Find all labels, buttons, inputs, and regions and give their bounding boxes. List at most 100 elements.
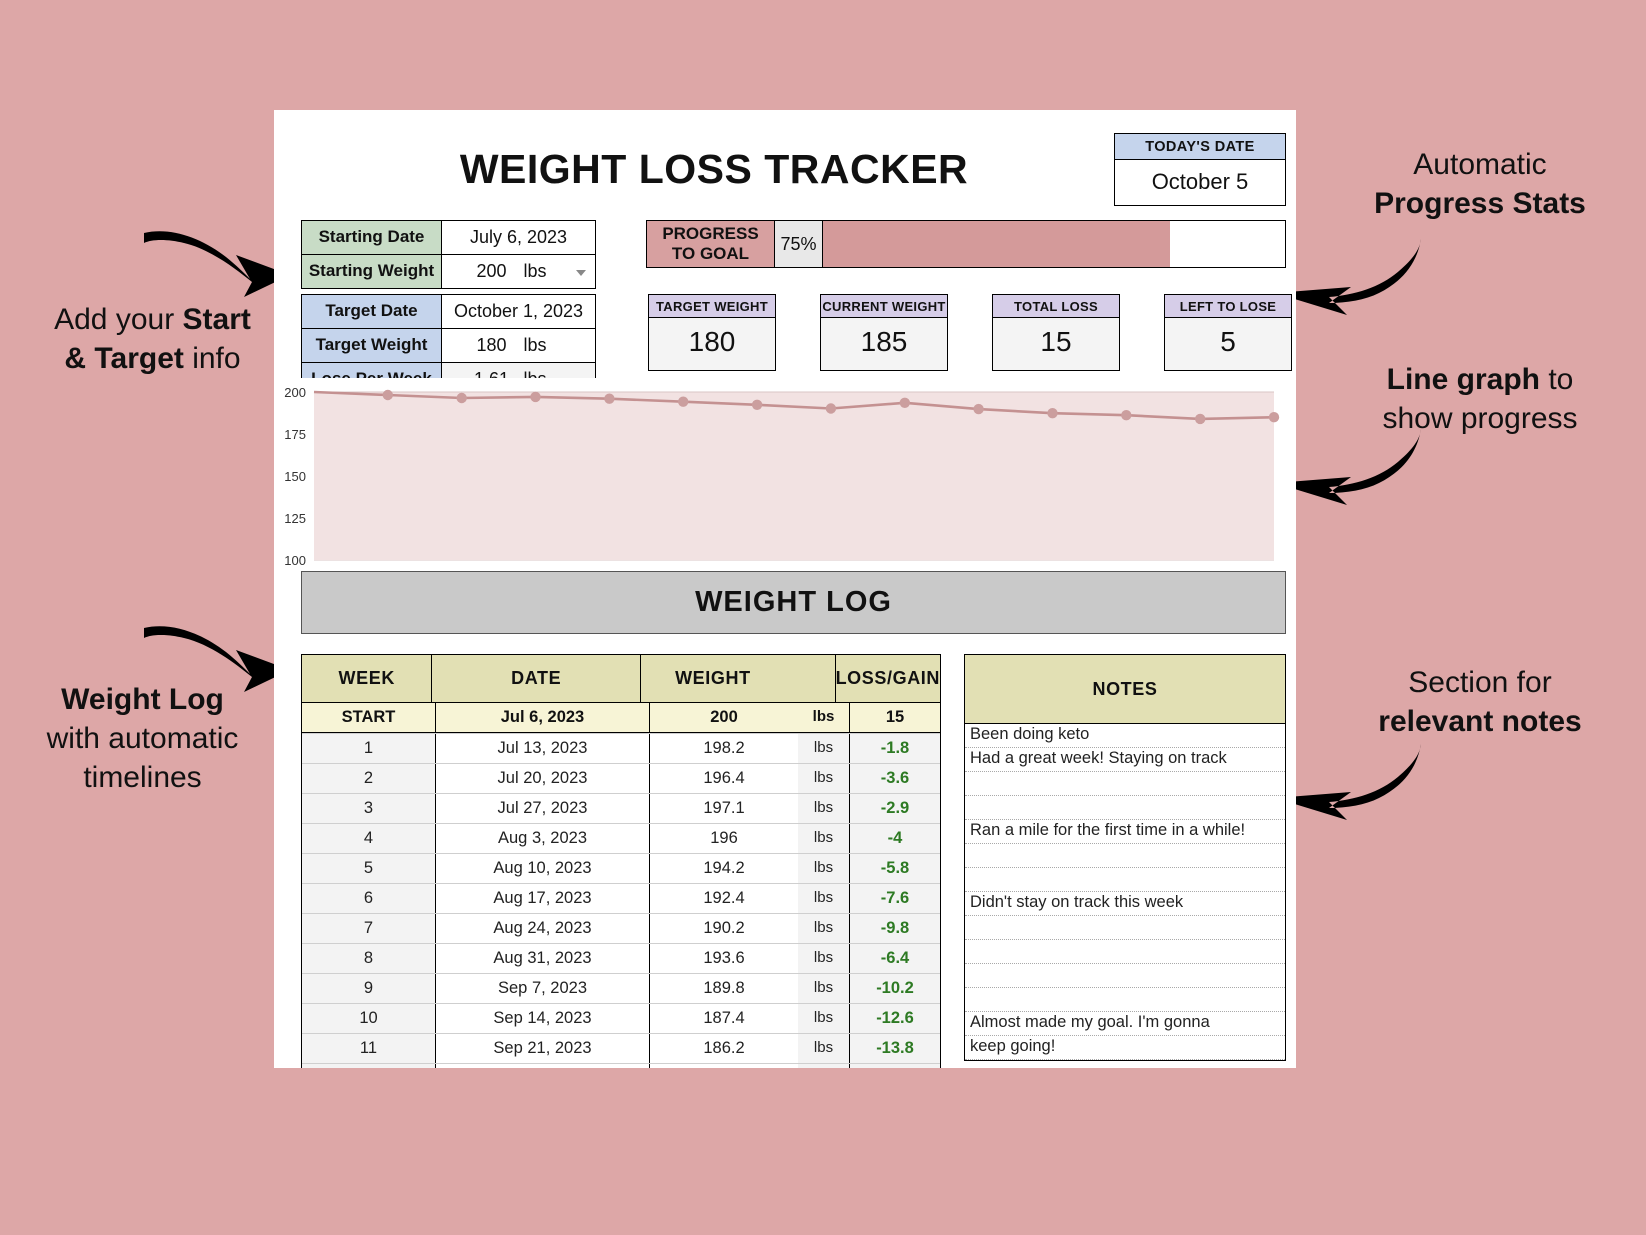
cell-weight[interactable]: 192.4: [650, 884, 798, 913]
spreadsheet-canvas: WEIGHT LOSS TRACKER TODAY'S DATE October…: [274, 110, 1296, 1068]
table-row[interactable]: 5 Aug 10, 2023 194.2 lbs -5.8: [302, 854, 940, 884]
cell-weight[interactable]: 190.2: [650, 914, 798, 943]
cell-weight[interactable]: 189.8: [650, 974, 798, 1003]
note-row[interactable]: Had a great week! Staying on track: [965, 748, 1285, 772]
progress-label-line2: TO GOAL: [671, 244, 750, 263]
table-row[interactable]: 3 Jul 27, 2023 197.1 lbs -2.9: [302, 794, 940, 824]
cell-weight[interactable]: 193.6: [650, 944, 798, 973]
cell-date[interactable]: Aug 31, 2023: [436, 944, 650, 973]
cell-loss-gain: -5.8: [850, 854, 940, 883]
svg-text:125: 125: [284, 511, 306, 526]
cell-loss-gain: -9.8: [850, 914, 940, 943]
cell-loss-gain: 15: [850, 703, 940, 733]
todays-date-value[interactable]: October 5: [1114, 160, 1286, 206]
progress-to-goal: PROGRESS TO GOAL 75%: [646, 220, 1286, 268]
table-row[interactable]: 4 Aug 3, 2023 196 lbs -4: [302, 824, 940, 854]
target-weight-value[interactable]: 180 lbs: [442, 329, 595, 362]
cell-weight[interactable]: 184: [650, 1064, 798, 1068]
svg-text:200: 200: [284, 385, 306, 400]
weight-log-header-row: WEEK DATE WEIGHT LOSS/GAIN: [302, 655, 940, 703]
stat-header: TARGET WEIGHT: [648, 294, 776, 318]
cell-loss-gain: -3.6: [850, 764, 940, 793]
starting-weight-value[interactable]: 200 lbs: [442, 255, 595, 288]
cell-week: 10: [302, 1004, 436, 1033]
cell-loss-gain: -16: [850, 1064, 940, 1068]
starting-weight-unit: lbs: [523, 261, 547, 281]
cell-loss-gain: -2.9: [850, 794, 940, 823]
table-row[interactable]: 9 Sep 7, 2023 189.8 lbs -10.2: [302, 974, 940, 1004]
annotation-line: info: [183, 342, 241, 375]
cell-date[interactable]: Sep 28, 2023: [436, 1064, 650, 1068]
note-row[interactable]: [965, 844, 1285, 868]
cell-unit: lbs: [798, 703, 850, 733]
note-row[interactable]: [965, 964, 1285, 988]
note-row[interactable]: keep going!: [965, 1036, 1285, 1060]
cell-unit: lbs: [798, 1034, 850, 1063]
cell-date[interactable]: Sep 21, 2023: [436, 1034, 650, 1063]
progress-percent: 75%: [775, 221, 823, 267]
cell-week: 1: [302, 734, 436, 763]
note-row[interactable]: Almost made my goal. I'm gonna: [965, 1012, 1285, 1036]
cell-loss-gain: -10.2: [850, 974, 940, 1003]
cell-date[interactable]: Sep 7, 2023: [436, 974, 650, 1003]
note-row[interactable]: [965, 988, 1285, 1012]
note-row[interactable]: [965, 940, 1285, 964]
table-row[interactable]: 1 Jul 13, 2023 198.2 lbs -1.8: [302, 734, 940, 764]
cell-date[interactable]: Aug 24, 2023: [436, 914, 650, 943]
starting-date-value[interactable]: July 6, 2023: [442, 221, 595, 254]
target-weight-number: 180: [476, 335, 507, 355]
cell-weight[interactable]: 196: [650, 824, 798, 853]
cell-weight[interactable]: 186.2: [650, 1034, 798, 1063]
table-row[interactable]: 10 Sep 14, 2023 187.4 lbs -12.6: [302, 1004, 940, 1034]
column-header-unit: [785, 655, 836, 702]
cell-date[interactable]: Sep 14, 2023: [436, 1004, 650, 1033]
cell-date[interactable]: Jul 27, 2023: [436, 794, 650, 823]
target-date-value[interactable]: October 1, 2023: [442, 295, 595, 328]
cell-date[interactable]: Aug 3, 2023: [436, 824, 650, 853]
cell-date[interactable]: Aug 17, 2023: [436, 884, 650, 913]
weight-log-body: START Jul 6, 2023 200 lbs 15 1 Jul 13, 2023 198…: [302, 703, 940, 1068]
cell-week: 12: [302, 1064, 436, 1068]
chevron-down-icon[interactable]: [576, 269, 586, 276]
stat-header: CURRENT WEIGHT: [820, 294, 948, 318]
note-row[interactable]: Ran a mile for the first time in a while…: [965, 820, 1285, 844]
cell-unit: lbs: [798, 944, 850, 973]
annotation-line: Add your: [54, 303, 183, 336]
column-header-week: WEEK: [302, 655, 433, 702]
cell-loss-gain: -1.8: [850, 734, 940, 763]
table-row[interactable]: 12Sep 28, 2023184lbs-16: [302, 1064, 940, 1068]
cell-weight[interactable]: 187.4: [650, 1004, 798, 1033]
note-row[interactable]: [965, 868, 1285, 892]
annotation-line: Automatic: [1413, 148, 1547, 181]
cell-date[interactable]: Aug 10, 2023: [436, 854, 650, 883]
table-row[interactable]: 6 Aug 17, 2023 192.4 lbs -7.6: [302, 884, 940, 914]
cell-weight[interactable]: 197.1: [650, 794, 798, 823]
table-row[interactable]: 11 Sep 21, 2023 186.2 lbs -13.8: [302, 1034, 940, 1064]
table-row[interactable]: 8 Aug 31, 2023 193.6 lbs -6.4: [302, 944, 940, 974]
table-row[interactable]: START Jul 6, 2023 200 lbs 15: [302, 703, 940, 734]
note-row[interactable]: [965, 916, 1285, 940]
cell-weight[interactable]: 198.2: [650, 734, 798, 763]
stat-target-weight: TARGET WEIGHT 180: [648, 294, 776, 371]
table-row[interactable]: 7 Aug 24, 2023 190.2 lbs -9.8: [302, 914, 940, 944]
table-row[interactable]: 2 Jul 20, 2023 196.4 lbs -3.6: [302, 764, 940, 794]
cell-loss-gain: -4: [850, 824, 940, 853]
table-row: Starting Date July 6, 2023: [302, 221, 595, 254]
cell-weight[interactable]: 196.4: [650, 764, 798, 793]
note-row[interactable]: Been doing keto: [965, 724, 1285, 748]
note-row[interactable]: [965, 796, 1285, 820]
cell-date[interactable]: Jul 13, 2023: [436, 734, 650, 763]
annotation-bold: & Target: [64, 342, 184, 375]
page-title: WEIGHT LOSS TRACKER: [459, 146, 969, 192]
column-header-weight: WEIGHT: [675, 668, 751, 688]
annotation-line: timelines: [83, 761, 202, 794]
cell-loss-gain: -6.4: [850, 944, 940, 973]
cell-unit: lbs: [798, 914, 850, 943]
cell-week: 4: [302, 824, 436, 853]
cell-date[interactable]: Jul 20, 2023: [436, 764, 650, 793]
cell-unit: lbs: [798, 854, 850, 883]
annotation-progress-stats: Automatic Progress Stats: [1330, 145, 1630, 223]
cell-weight[interactable]: 194.2: [650, 854, 798, 883]
note-row[interactable]: Didn't stay on track this week: [965, 892, 1285, 916]
note-row[interactable]: [965, 772, 1285, 796]
